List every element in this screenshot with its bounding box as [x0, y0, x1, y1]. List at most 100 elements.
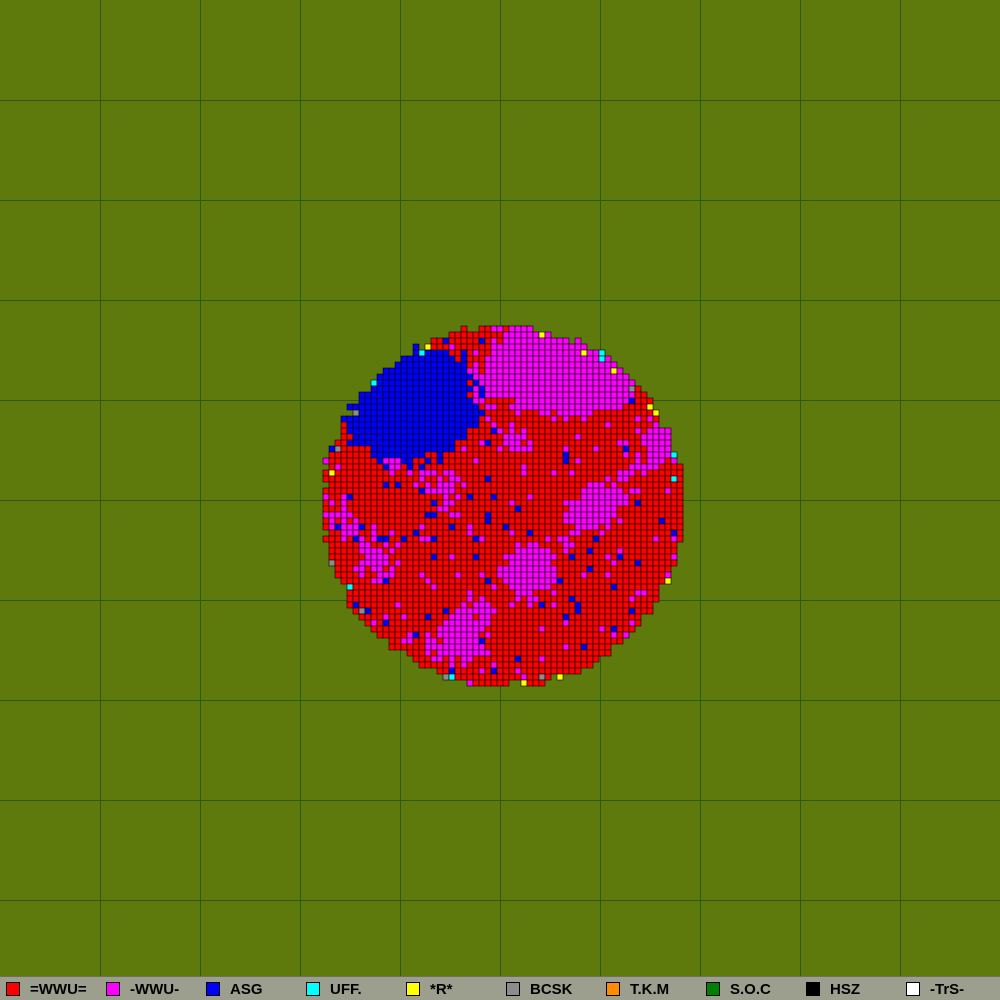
- territory-cell: [532, 559, 540, 567]
- territory-cell: [406, 433, 414, 441]
- territory-cell: [418, 559, 426, 567]
- territory-cell: [568, 571, 576, 579]
- territory-cell: [496, 355, 504, 363]
- territory-cell: [532, 565, 540, 573]
- territory-cell: [394, 487, 402, 495]
- territory-cell: [646, 505, 654, 513]
- territory-cell: [454, 409, 462, 417]
- territory-cell: [496, 607, 504, 615]
- territory-cell: [652, 505, 660, 513]
- territory-cell: [556, 505, 564, 513]
- territory-cell: [502, 361, 510, 369]
- territory-cell: [610, 583, 618, 591]
- territory-cell: [550, 577, 558, 585]
- territory-cell: [430, 589, 438, 597]
- territory-cell: [496, 511, 504, 519]
- territory-cell: [610, 499, 618, 507]
- territory-cell: [496, 565, 504, 573]
- territory-cell: [604, 517, 612, 525]
- territory-cell: [574, 415, 582, 423]
- territory-cell: [412, 397, 420, 405]
- territory-cell: [490, 361, 498, 369]
- territory-cell: [550, 373, 558, 381]
- galaxy-map[interactable]: [0, 0, 1000, 976]
- territory-cell: [562, 391, 570, 399]
- territory-cell: [358, 469, 366, 477]
- territory-cell: [490, 613, 498, 621]
- territory-cell: [670, 505, 678, 513]
- territory-cell: [610, 625, 618, 633]
- territory-cell: [616, 499, 624, 507]
- territory-cell: [628, 577, 636, 585]
- territory-cell: [592, 439, 600, 447]
- territory-cell: [478, 403, 486, 411]
- territory-cell: [484, 541, 492, 549]
- territory-cell: [580, 421, 588, 429]
- territory-cell: [568, 511, 576, 519]
- territory-cell: [526, 415, 534, 423]
- territory-cell: [436, 469, 444, 477]
- territory-cell: [490, 667, 498, 675]
- territory-cell: [640, 505, 648, 513]
- territory-cell: [514, 529, 522, 537]
- territory-cell: [412, 577, 420, 585]
- territory-cell: [574, 565, 582, 573]
- territory-cell: [538, 625, 546, 633]
- territory-cell: [370, 475, 378, 483]
- territory-cell: [586, 385, 594, 393]
- territory-cell: [508, 637, 516, 645]
- territory-cell: [430, 637, 438, 645]
- territory-cell: [610, 571, 618, 579]
- territory-cell: [394, 607, 402, 615]
- territory-cell: [550, 655, 558, 663]
- territory-cell: [364, 397, 372, 405]
- territory-cell: [412, 637, 420, 645]
- territory-cell: [400, 541, 408, 549]
- legend-swatch-soc: [706, 982, 720, 996]
- territory-cell: [580, 373, 588, 381]
- territory-cell: [562, 535, 570, 543]
- territory-cell: [502, 583, 510, 591]
- territory-cell: [436, 577, 444, 585]
- territory-cell: [496, 595, 504, 603]
- territory-cell: [532, 517, 540, 525]
- territory-cell: [346, 433, 354, 441]
- territory-cell: [562, 529, 570, 537]
- territory-cell: [508, 349, 516, 357]
- territory-cell: [478, 451, 486, 459]
- territory-cell: [550, 625, 558, 633]
- territory-cell: [436, 631, 444, 639]
- territory-cell: [568, 481, 576, 489]
- territory-cell: [364, 571, 372, 579]
- territory-cell: [574, 649, 582, 657]
- territory-cell: [466, 529, 474, 537]
- territory-cell: [526, 655, 534, 663]
- territory-cell: [628, 421, 636, 429]
- territory-cell: [430, 451, 438, 459]
- legend-swatch-hsz: [806, 982, 820, 996]
- territory-cell: [508, 661, 516, 669]
- territory-cell: [322, 475, 330, 483]
- territory-cell: [676, 535, 684, 543]
- territory-cell: [436, 583, 444, 591]
- legend-swatch-wwu-red: [6, 982, 20, 996]
- territory-cell: [364, 445, 372, 453]
- territory-cell: [382, 463, 390, 471]
- territory-cell: [370, 481, 378, 489]
- territory-cell: [496, 505, 504, 513]
- territory-cell: [616, 487, 624, 495]
- territory-cell: [616, 463, 624, 471]
- territory-cell: [334, 523, 342, 531]
- territory-cell: [502, 529, 510, 537]
- territory-cell: [472, 583, 480, 591]
- territory-cell: [466, 571, 474, 579]
- territory-cell: [484, 679, 492, 687]
- territory-cell: [604, 583, 612, 591]
- territory-cell: [622, 511, 630, 519]
- territory-cell: [376, 463, 384, 471]
- territory-cell: [424, 343, 432, 351]
- territory-cell: [484, 457, 492, 465]
- territory-cell: [532, 589, 540, 597]
- territory-cell: [646, 469, 654, 477]
- territory-cell: [364, 607, 372, 615]
